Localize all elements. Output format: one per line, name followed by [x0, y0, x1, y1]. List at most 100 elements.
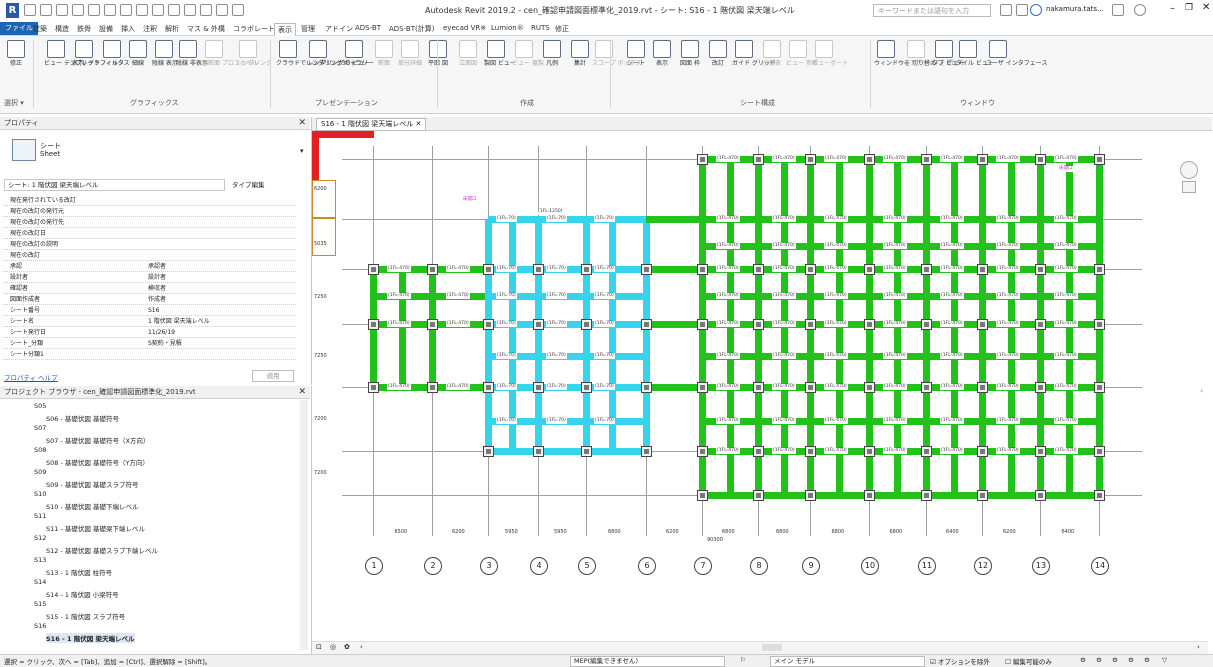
- print-icon[interactable]: [120, 4, 132, 16]
- tab-insert[interactable]: 挿入: [118, 23, 138, 35]
- ribbon-button-11[interactable]: 3D ビュー: [342, 40, 370, 67]
- close-icon[interactable]: ✕: [1202, 2, 1210, 13]
- property-row[interactable]: 承認 承認者: [4, 263, 296, 272]
- ribbon-button-25[interactable]: ガイド グリッド: [732, 40, 776, 67]
- apply-button[interactable]: 適用: [252, 370, 294, 382]
- property-row[interactable]: 確認者 検収者: [4, 285, 296, 294]
- tab-sheet-s16[interactable]: S16 - 1 階伏図 梁天端レベル ✕: [316, 118, 427, 131]
- tab-annotate[interactable]: 注釈: [140, 23, 160, 35]
- browser-group-item[interactable]: S14: [34, 578, 46, 586]
- property-row[interactable]: 現在発行されている改訂: [4, 197, 296, 206]
- tab-view[interactable]: 表示: [274, 23, 296, 37]
- ribbon-button-5[interactable]: 陰線 表示: [152, 40, 178, 67]
- browser-sheet-item[interactable]: S15 - 1 階伏図 スラブ符号: [46, 611, 125, 621]
- help-icon[interactable]: [1134, 4, 1146, 16]
- browser-sheet-item[interactable]: S08 - 基礎伏図 基礎符号（Y方向）: [46, 457, 149, 467]
- tab-eyecad[interactable]: eyecad VR※: [440, 23, 489, 33]
- browser-sheet-item[interactable]: S07 - 基礎伏図 基礎符号（X方向）: [46, 435, 149, 445]
- drag-elements-icon[interactable]: ⚙: [1144, 656, 1150, 664]
- ribbon-button-33[interactable]: ユーザ インタフェース: [986, 40, 1048, 67]
- properties-help-link[interactable]: プロパティ ヘルプ: [4, 372, 58, 382]
- ribbon-button-22[interactable]: 表示: [650, 40, 674, 67]
- exclude-options-checkbox[interactable]: ☑ オプションを除外: [930, 656, 990, 666]
- browser-group-item[interactable]: S16: [34, 622, 46, 630]
- scroll-left-icon[interactable]: ‹: [360, 643, 363, 651]
- browser-group-item[interactable]: S15: [34, 600, 46, 608]
- tab-structure[interactable]: 構造: [52, 23, 72, 35]
- ribbon-button-10[interactable]: レンダリング ギャラリー: [306, 40, 374, 67]
- browser-sheet-item[interactable]: S14 - 1 階伏図 小梁符号: [46, 589, 119, 599]
- browser-group-item[interactable]: S12: [34, 534, 46, 542]
- browser-group-item[interactable]: S07: [34, 424, 46, 432]
- tab-ads-bt-calc[interactable]: ADS-BT(計算): [386, 23, 437, 35]
- instance-selector[interactable]: シート: 1 階伏図 梁天端レベル: [4, 179, 225, 191]
- close-icon[interactable]: ✕: [415, 120, 421, 128]
- visual-style-icon[interactable]: ◎: [330, 643, 336, 651]
- browser-group-item[interactable]: S09: [34, 468, 46, 476]
- 3d-view-icon[interactable]: [184, 4, 196, 16]
- minimize-icon[interactable]: –: [1170, 3, 1175, 14]
- browser-group-item[interactable]: S10: [34, 490, 46, 498]
- revit-logo-icon[interactable]: R: [6, 3, 19, 18]
- property-row[interactable]: 現在の改訂日: [4, 230, 296, 239]
- browser-group-item[interactable]: S05: [34, 402, 46, 410]
- ribbon-button-1[interactable]: ビュー テンプレート: [44, 40, 100, 67]
- browser-sheet-item[interactable]: S11 - 基礎伏図 基礎梁下端レベル: [46, 523, 145, 533]
- property-value[interactable]: 設計者: [148, 274, 166, 282]
- property-value[interactable]: S16: [148, 307, 159, 315]
- text-icon[interactable]: [168, 4, 180, 16]
- property-value[interactable]: 承認者: [148, 263, 166, 271]
- select-links-icon[interactable]: ⚙: [1080, 656, 1086, 664]
- zoom-region-icon[interactable]: [1182, 181, 1196, 193]
- property-row[interactable]: 図面作成者 作成者: [4, 296, 296, 305]
- ribbon-button-2[interactable]: 表示/ グラフィックス: [72, 40, 130, 67]
- tab-systems[interactable]: 設備: [96, 23, 116, 35]
- select-pinned-icon[interactable]: ⚙: [1112, 656, 1118, 664]
- tab-steel[interactable]: 鉄骨: [74, 23, 94, 35]
- property-row[interactable]: 現在の改訂の説明: [4, 241, 296, 250]
- ribbon-button-14[interactable]: 平面 図: [426, 40, 450, 67]
- tab-ads-bt[interactable]: ADS-BT: [352, 23, 384, 33]
- ribbon-button-6[interactable]: 陰線 非表示: [176, 40, 208, 67]
- design-option-dropdown[interactable]: メイン モデル: [770, 656, 925, 667]
- tab-lumion[interactable]: Lumion®: [488, 23, 527, 33]
- ribbon-button-19[interactable]: 集計: [568, 40, 592, 67]
- tab-collaborate[interactable]: コラボレート: [230, 23, 278, 35]
- select-underlay-icon[interactable]: ⚙: [1096, 656, 1102, 664]
- property-value[interactable]: 検収者: [148, 285, 166, 293]
- cart-icon[interactable]: [1112, 4, 1124, 16]
- dimension-icon[interactable]: [152, 4, 164, 16]
- select-by-face-icon[interactable]: ⚙: [1128, 656, 1134, 664]
- browser-group-item[interactable]: S08: [34, 446, 46, 454]
- browser-sheet-item[interactable]: S09 - 基礎伏図 基礎スラブ符号: [46, 479, 138, 489]
- ribbon-button-16[interactable]: 製図 ビュー: [484, 40, 516, 67]
- filter-icon[interactable]: ▽: [1162, 656, 1167, 664]
- property-row[interactable]: シート番号 S16: [4, 307, 296, 316]
- property-row[interactable]: 現在の改訂の発行先: [4, 219, 296, 228]
- maximize-icon[interactable]: ❐: [1185, 3, 1193, 13]
- ribbon-button-3[interactable]: フィルタ: [100, 40, 124, 67]
- property-value[interactable]: 1 階伏図 梁天端レベル: [148, 318, 210, 326]
- type-selector-dropdown[interactable]: ▾: [300, 147, 304, 155]
- tab-addins[interactable]: アドイン: [322, 23, 356, 35]
- tab-massing[interactable]: マス & 外構: [184, 23, 228, 35]
- ribbon-button-31[interactable]: タブ ビュー: [932, 40, 964, 67]
- ribbon-button-0[interactable]: 修正: [4, 40, 28, 67]
- ribbon-button-23[interactable]: 図面 枠: [678, 40, 702, 67]
- zoom-wheel-icon[interactable]: [1180, 161, 1198, 179]
- ribbon-button-18[interactable]: 凡例: [540, 40, 564, 67]
- editable-only-checkbox[interactable]: ☐ 編集可能のみ: [1005, 656, 1052, 666]
- edit-type-button[interactable]: タイプ編集: [232, 179, 265, 189]
- property-value[interactable]: 作成者: [148, 296, 166, 304]
- tab-architecture[interactable]: 建築: [30, 23, 50, 35]
- tab-modify[interactable]: 修正: [552, 23, 572, 35]
- browser-group-item[interactable]: S13: [34, 556, 46, 564]
- property-row[interactable]: 現在の改訂: [4, 252, 296, 261]
- tab-ruts[interactable]: RUTS: [528, 23, 553, 33]
- subscription-icon[interactable]: [1016, 4, 1028, 16]
- close-icon[interactable]: ✕: [298, 117, 306, 130]
- user-icon[interactable]: [1030, 4, 1042, 16]
- horizontal-scrollbar-thumb[interactable]: [762, 644, 782, 651]
- scroll-right-icon[interactable]: ›: [1200, 386, 1203, 395]
- binoculars-icon[interactable]: [1000, 4, 1012, 16]
